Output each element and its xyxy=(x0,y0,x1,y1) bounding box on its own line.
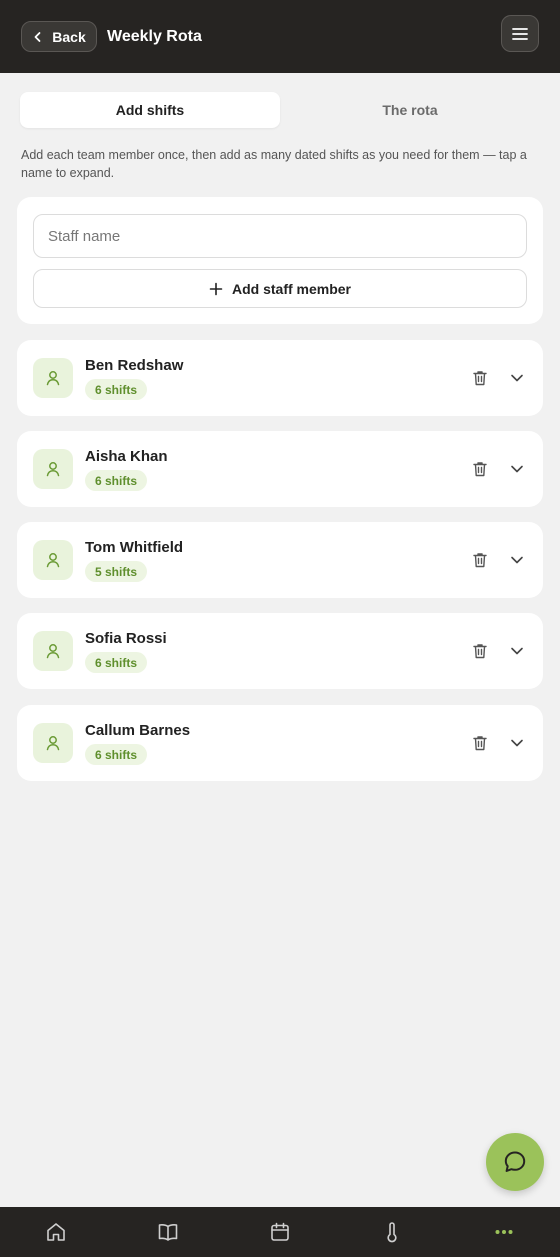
chevron-left-icon xyxy=(34,31,41,42)
avatar xyxy=(33,358,73,398)
bottom-navigation xyxy=(0,1207,560,1257)
menu-icon xyxy=(512,27,528,40)
staff-name: Sofia Rossi xyxy=(85,630,167,647)
staff-card[interactable]: Aisha Khan 6 shifts xyxy=(17,431,543,507)
avatar xyxy=(33,631,73,671)
user-icon xyxy=(46,644,60,659)
staff-name: Callum Barnes xyxy=(85,722,191,739)
avatar xyxy=(33,449,73,489)
back-label: Back xyxy=(52,28,86,45)
instructions-text: Add each team member once, then add as m… xyxy=(21,148,527,180)
nav-home[interactable] xyxy=(0,1207,112,1257)
staff-name: Aisha Khan xyxy=(85,448,168,465)
trash-icon[interactable] xyxy=(471,460,489,478)
chevron-down-icon[interactable] xyxy=(508,642,526,660)
staff-card[interactable]: Ben Redshaw 6 shifts xyxy=(17,340,543,416)
page-title: Weekly Rota xyxy=(107,27,202,45)
calendar-icon xyxy=(271,1222,289,1241)
menu-button[interactable] xyxy=(501,15,539,52)
staff-name: Tom Whitfield xyxy=(85,539,184,556)
shift-count-badge: 6 shifts xyxy=(85,652,148,673)
home-icon xyxy=(47,1223,65,1241)
tab-add-shifts[interactable]: Add shifts xyxy=(20,92,280,128)
add-staff-button[interactable]: Add staff member xyxy=(33,269,527,308)
nav-more[interactable] xyxy=(448,1207,560,1257)
add-staff-label: Add staff member xyxy=(231,280,352,297)
staff-card[interactable]: Tom Whitfield 5 shifts xyxy=(17,522,543,598)
trash-icon[interactable] xyxy=(471,551,489,569)
trash-icon[interactable] xyxy=(471,642,489,660)
nav-book[interactable] xyxy=(112,1207,224,1257)
user-icon xyxy=(46,553,60,568)
tab-bar: Add shifts The rota xyxy=(20,92,540,128)
staff-name: Ben Redshaw xyxy=(85,357,184,374)
add-staff-card: Add staff member xyxy=(17,197,543,324)
shift-count-badge: 6 shifts xyxy=(85,744,148,765)
shift-count-badge: 5 shifts xyxy=(85,561,148,582)
avatar xyxy=(33,540,73,580)
more-icon xyxy=(495,1230,513,1234)
chat-button[interactable] xyxy=(486,1133,544,1191)
nav-temperature[interactable] xyxy=(336,1207,448,1257)
chat-icon xyxy=(504,1151,526,1172)
nav-calendar[interactable] xyxy=(224,1207,336,1257)
trash-icon[interactable] xyxy=(471,369,489,387)
tab-the-rota[interactable]: The rota xyxy=(280,92,540,128)
user-icon xyxy=(46,462,60,477)
user-icon xyxy=(46,736,60,751)
chevron-down-icon[interactable] xyxy=(508,460,526,478)
staff-name-input[interactable] xyxy=(33,214,527,258)
chevron-down-icon[interactable] xyxy=(508,734,526,752)
top-bar: Back Weekly Rota xyxy=(0,0,560,73)
back-button[interactable]: Back xyxy=(21,21,97,52)
plus-icon xyxy=(209,282,223,295)
book-icon xyxy=(158,1224,178,1241)
avatar xyxy=(33,723,73,763)
chevron-down-icon[interactable] xyxy=(508,369,526,387)
shift-count-badge: 6 shifts xyxy=(85,379,148,400)
shift-count-badge: 6 shifts xyxy=(85,470,148,491)
trash-icon[interactable] xyxy=(471,734,489,752)
chevron-down-icon[interactable] xyxy=(508,551,526,569)
staff-card[interactable]: Sofia Rossi 6 shifts xyxy=(17,613,543,689)
thermometer-icon xyxy=(387,1222,397,1243)
user-icon xyxy=(46,371,60,386)
staff-card[interactable]: Callum Barnes 6 shifts xyxy=(17,705,543,781)
